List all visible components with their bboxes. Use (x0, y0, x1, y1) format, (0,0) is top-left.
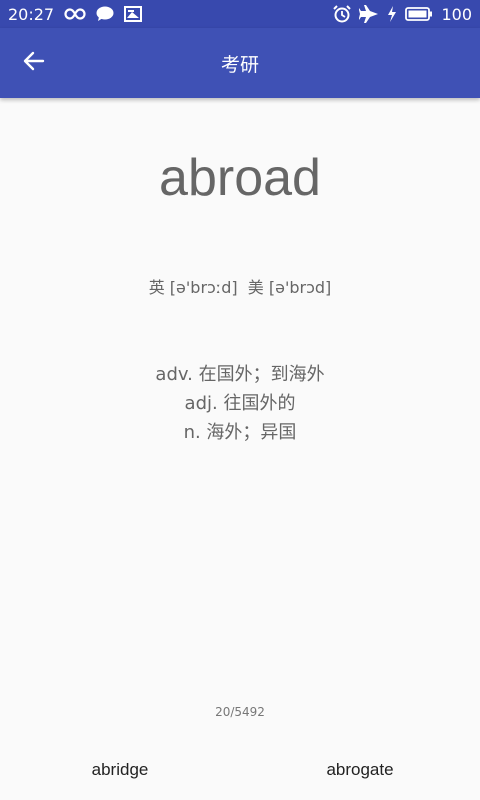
status-time: 20:27 (8, 4, 55, 24)
next-word-button[interactable]: abrogate (240, 760, 480, 780)
definition-line: adv. 在国外；到海外 (155, 364, 325, 385)
airplane-icon (359, 5, 379, 23)
previous-word-button[interactable]: abridge (0, 760, 240, 780)
word-phonetics: 英 [ə'brɔːd] 美 [ə'brɔd] (148, 278, 332, 297)
status-bar-left: 20:27 (0, 4, 143, 24)
app-bar: 考研 (0, 28, 480, 98)
infinity-icon (64, 7, 86, 21)
definition-line: adj. 往国外的 (184, 393, 296, 414)
chat-bubble-icon (96, 6, 114, 22)
definition-line: n. 海外；异国 (183, 422, 297, 443)
progress-counter: 20/5492 (215, 705, 265, 719)
word-text: abroad (159, 149, 321, 207)
status-bar: 20:27 100 (0, 0, 480, 28)
charging-icon (387, 6, 397, 22)
alarm-icon (333, 5, 352, 23)
page-title: 考研 (220, 54, 259, 76)
word-definitions: adv. 在国外；到海外 adj. 往国外的 n. 海外；异国 (0, 360, 480, 447)
battery-level: 100 (441, 4, 472, 24)
status-bar-right: 100 (333, 5, 480, 24)
battery-icon (405, 6, 433, 22)
image-icon (124, 6, 143, 22)
